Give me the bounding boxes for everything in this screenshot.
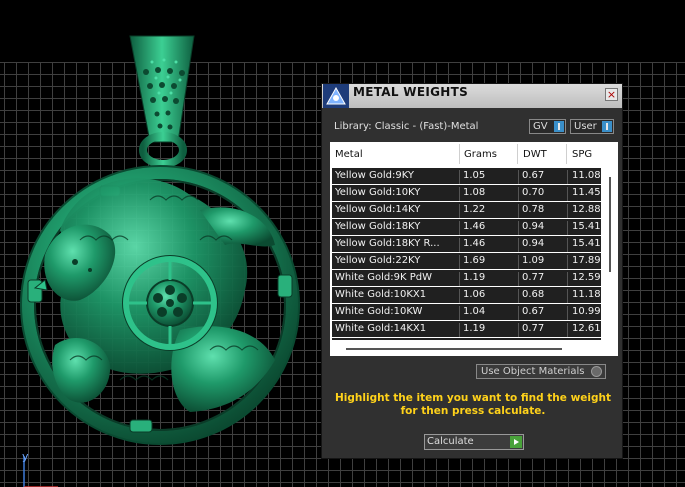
radio-icon bbox=[591, 366, 602, 377]
play-arrow-icon bbox=[510, 436, 522, 448]
dwt-cell: 0.67 bbox=[522, 306, 545, 317]
grams-cell: 1.06 bbox=[463, 289, 486, 300]
spg-cell: 10.99 bbox=[572, 306, 601, 317]
dwt-cell: 0.70 bbox=[522, 187, 545, 198]
close-button[interactable]: × bbox=[605, 88, 618, 101]
column-divider[interactable] bbox=[517, 144, 518, 164]
library-label: Library: Classic - (Fast)-Metal bbox=[334, 121, 479, 132]
spg-cell: 15.41 bbox=[572, 221, 601, 232]
dwt-cell: 0.77 bbox=[522, 272, 545, 283]
scale-icon bbox=[323, 84, 349, 108]
dwt-cell: 0.77 bbox=[522, 323, 545, 334]
use-object-materials-label: Use Object Materials bbox=[481, 366, 585, 377]
dialog-title: METAL WEIGHTS bbox=[353, 85, 469, 99]
metal-cell: White Gold:9K PdW bbox=[335, 272, 432, 283]
metal-weights-dialog: METAL WEIGHTS × Library: Classic - (Fast… bbox=[321, 83, 623, 459]
grams-cell: 1.19 bbox=[463, 272, 486, 283]
table-row[interactable]: White Gold:10KW 1.04 0.67 10.99 bbox=[332, 303, 601, 322]
grams-cell: 1.46 bbox=[463, 238, 486, 249]
spg-cell: 11.18 bbox=[572, 289, 601, 300]
grams-cell: 1.04 bbox=[463, 306, 486, 317]
metal-table[interactable]: Metal Grams DWT SPG Yellow Gold:9KY 1.05 0… bbox=[330, 142, 618, 356]
table-row[interactable]: Yellow Gold:18KY 1.46 0.94 15.41 bbox=[332, 218, 601, 237]
axis-y-label: y bbox=[22, 450, 29, 463]
grams-cell: 1.46 bbox=[463, 221, 486, 232]
table-row[interactable]: White Gold:14K PdW1.360.8714.37 bbox=[332, 337, 601, 340]
user-toggle[interactable]: User bbox=[570, 119, 614, 134]
horizontal-scrollbar-thumb[interactable] bbox=[346, 348, 562, 350]
dwt-cell: 0.67 bbox=[522, 170, 545, 181]
column-divider[interactable] bbox=[566, 144, 567, 164]
calculate-label: Calculate bbox=[427, 436, 474, 447]
column-header-metal[interactable]: Metal bbox=[335, 149, 363, 160]
vertical-scrollbar-thumb[interactable] bbox=[609, 177, 611, 272]
table-header: Metal Grams DWT SPG bbox=[330, 142, 618, 166]
spg-cell: 17.89 bbox=[572, 255, 601, 266]
metal-cell: Yellow Gold:10KY bbox=[335, 187, 421, 198]
calculate-button[interactable]: Calculate bbox=[424, 434, 524, 450]
column-divider[interactable] bbox=[459, 144, 460, 164]
vertical-scrollbar[interactable] bbox=[605, 167, 616, 340]
spg-cell: 12.59 bbox=[572, 272, 601, 283]
dwt-cell: 0.94 bbox=[522, 238, 545, 249]
spg-cell: 12.61 bbox=[572, 323, 601, 334]
dialog-titlebar[interactable]: METAL WEIGHTS × bbox=[322, 84, 622, 108]
metal-cell: White Gold:14KX1 bbox=[335, 323, 427, 334]
column-header-spg[interactable]: SPG bbox=[572, 149, 592, 160]
dwt-cell: 0.78 bbox=[522, 204, 545, 215]
spg-cell: 15.41 bbox=[572, 238, 601, 249]
table-row[interactable]: Yellow Gold:18KY R... 1.46 0.94 15.41 bbox=[332, 235, 601, 254]
metal-cell: Yellow Gold:18KY R... bbox=[335, 238, 440, 249]
metal-cell: Yellow Gold:18KY bbox=[335, 221, 421, 232]
dwt-cell: 0.94 bbox=[522, 221, 545, 232]
metal-cell: White Gold:10KX1 bbox=[335, 289, 427, 300]
spg-cell: 11.45 bbox=[572, 187, 601, 198]
grams-cell: 1.22 bbox=[463, 204, 486, 215]
instruction-text: Highlight the item you want to find the … bbox=[335, 392, 611, 417]
dwt-cell: 1.09 bbox=[522, 255, 545, 266]
toggle-switch-icon bbox=[554, 121, 564, 132]
toggle-switch-icon bbox=[602, 121, 612, 132]
horizontal-scrollbar[interactable] bbox=[332, 342, 604, 354]
table-row[interactable]: Yellow Gold:10KY 1.08 0.70 11.45 bbox=[332, 184, 601, 203]
dwt-cell: 0.68 bbox=[522, 289, 545, 300]
metal-cell: Yellow Gold:9KY bbox=[335, 170, 414, 181]
grams-cell: 1.69 bbox=[463, 255, 486, 266]
table-row[interactable]: White Gold:10KX1 1.06 0.68 11.18 bbox=[332, 286, 601, 305]
table-row[interactable]: Yellow Gold:9KY 1.05 0.67 11.08 bbox=[332, 167, 601, 186]
table-row[interactable]: Yellow Gold:14KY 1.22 0.78 12.88 bbox=[332, 201, 601, 220]
gv-toggle-label: GV bbox=[533, 121, 548, 132]
grams-cell: 1.08 bbox=[463, 187, 486, 198]
table-row[interactable]: Yellow Gold:22KY 1.69 1.09 17.89 bbox=[332, 252, 601, 271]
spg-cell: 11.08 bbox=[572, 170, 601, 181]
gv-toggle[interactable]: GV bbox=[529, 119, 566, 134]
grams-cell: 1.05 bbox=[463, 170, 486, 181]
table-row[interactable]: White Gold:14KX1 1.19 0.77 12.61 bbox=[332, 320, 601, 339]
close-icon: × bbox=[606, 88, 617, 101]
user-toggle-label: User bbox=[574, 121, 597, 132]
grams-cell: 1.19 bbox=[463, 323, 486, 334]
table-body[interactable]: Yellow Gold:9KY 1.05 0.67 11.08 Yellow Gold:… bbox=[332, 167, 601, 340]
column-header-grams[interactable]: Grams bbox=[464, 149, 497, 160]
metal-cell: White Gold:10KW bbox=[335, 306, 423, 317]
table-row[interactable]: White Gold:9K PdW 1.19 0.77 12.59 bbox=[332, 269, 601, 288]
spg-cell: 12.88 bbox=[572, 204, 601, 215]
metal-cell: Yellow Gold:14KY bbox=[335, 204, 421, 215]
use-object-materials-toggle[interactable]: Use Object Materials bbox=[476, 364, 606, 379]
column-header-dwt[interactable]: DWT bbox=[523, 149, 547, 160]
metal-cell: Yellow Gold:22KY bbox=[335, 255, 421, 266]
